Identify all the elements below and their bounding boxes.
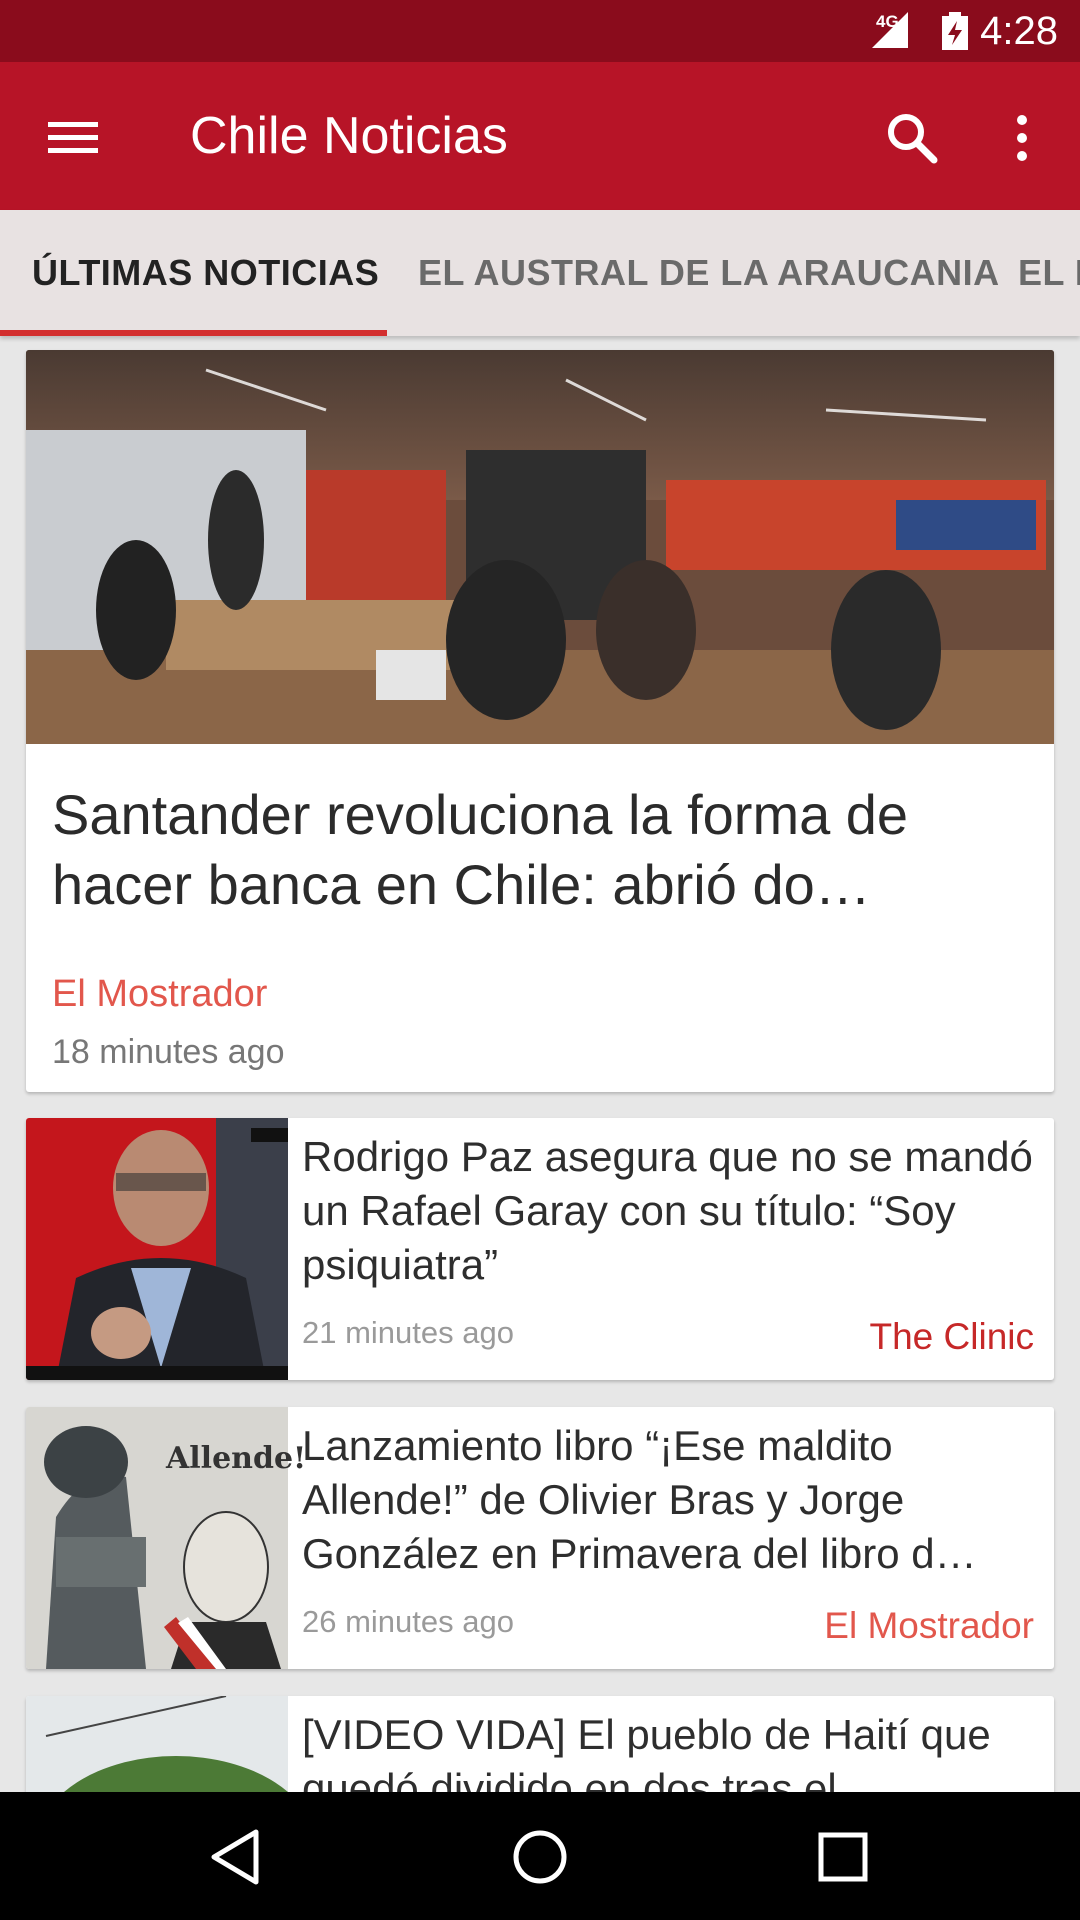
tab-bar: ÚLTIMAS NOTICIAS EL AUSTRAL DE LA ARAUCA… xyxy=(0,210,1080,336)
office-coworking-photo xyxy=(26,350,1054,744)
tab-ultimas-noticias[interactable]: ÚLTIMAS NOTICIAS xyxy=(32,210,379,336)
back-icon[interactable] xyxy=(200,1822,270,1892)
status-bar: 4G 4:28 xyxy=(0,0,1080,62)
app-title: Chile Noticias xyxy=(190,107,508,165)
home-icon[interactable] xyxy=(505,1822,575,1892)
article-time: 18 minutes ago xyxy=(52,1033,285,1071)
menu-icon xyxy=(48,122,98,153)
article-title: [VIDEO VIDA] El pueblo de Haití que qued… xyxy=(302,1711,991,1792)
more-options-button[interactable] xyxy=(990,102,1054,174)
network-type: 4G xyxy=(876,12,899,31)
menu-button[interactable] xyxy=(34,102,114,170)
clock: 4:28 xyxy=(980,9,1058,53)
tab-el-m[interactable]: EL M xyxy=(1018,210,1080,336)
featured-article-card[interactable]: Santander revoluciona la forma de hacer … xyxy=(26,350,1054,1092)
article-time: 26 minutes ago xyxy=(302,1604,514,1639)
tv-interview-photo xyxy=(26,1118,288,1380)
navigation-bar xyxy=(0,1792,1080,1920)
article-time: 21 minutes ago xyxy=(302,1315,514,1350)
recents-icon[interactable] xyxy=(808,1822,878,1892)
article-title: Santander revoluciona la forma de hacer … xyxy=(52,783,909,916)
tab-el-austral-de-la-araucania[interactable]: EL AUSTRAL DE LA ARAUCANIA xyxy=(418,210,1000,336)
article-title: Lanzamiento libro “¡Ese maldito Allende!… xyxy=(302,1422,977,1577)
article-source: El Mostrador xyxy=(824,1605,1034,1646)
article-title: Rodrigo Paz asegura que no se mandó un R… xyxy=(302,1133,1033,1288)
app-bar: Chile Noticias xyxy=(0,62,1080,210)
haiti-landscape-photo xyxy=(26,1696,288,1792)
article-source: The Clinic xyxy=(869,1316,1035,1357)
battery-icon xyxy=(942,12,968,50)
search-button[interactable] xyxy=(876,102,948,174)
more-vert-icon xyxy=(1017,115,1027,161)
search-icon xyxy=(888,114,938,164)
book-cover-text: Allende! xyxy=(166,1441,307,1476)
article-card[interactable]: Rodrigo Paz asegura que no se mandó un R… xyxy=(26,1118,1054,1380)
article-source: El Mostrador xyxy=(52,973,268,1015)
news-feed[interactable]: Santander revoluciona la forma de hacer … xyxy=(0,336,1080,1792)
article-card[interactable]: Allende! Lanzamiento libro “¡Ese maldito… xyxy=(26,1407,1054,1669)
article-card[interactable]: [VIDEO VIDA] El pueblo de Haití que qued… xyxy=(26,1696,1054,1792)
